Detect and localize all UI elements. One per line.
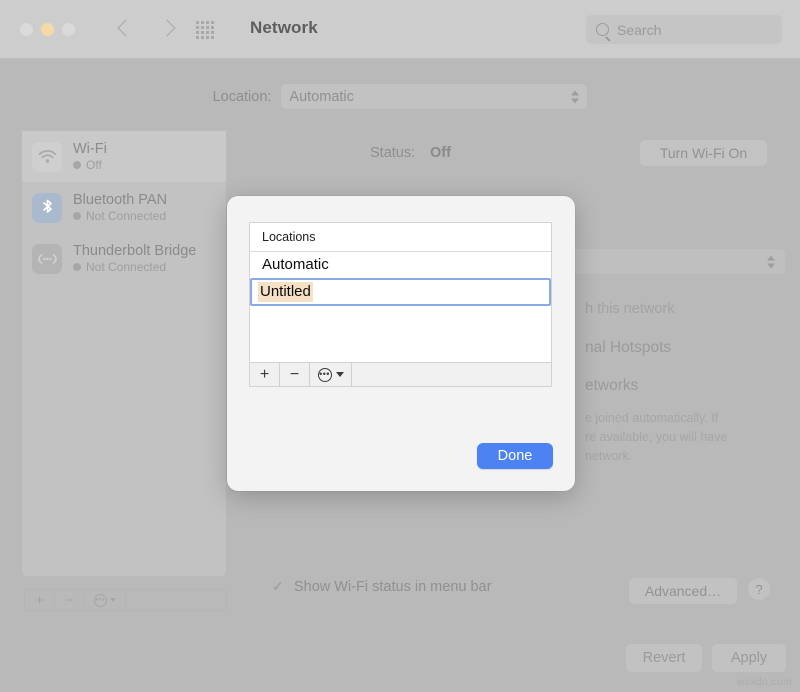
sidebar-item-status-label: Off [86,158,102,172]
chevron-down-icon [336,372,344,377]
sidebar-item-label: Bluetooth PAN [73,192,167,208]
wifi-status-row: Status: Off Turn Wi-Fi On [240,131,785,175]
search-field[interactable]: Search [586,15,782,44]
page-title: Network [250,18,318,38]
navigation-arrows [115,17,181,41]
sidebar-item-text: Thunderbolt Bridge Not Connected [73,243,196,274]
show-wifi-status-label: Show Wi-Fi status in menu bar [294,579,491,595]
location-name-input[interactable]: Untitled [250,278,551,306]
close-button[interactable] [20,23,33,36]
status-label: Status: [370,145,415,161]
networks-description-line3: network. [585,447,632,466]
minimize-button[interactable] [41,23,54,36]
location-value: Automatic [289,89,353,105]
apply-button[interactable]: Apply [712,644,786,672]
ask-to-join-label: h this network [585,301,674,317]
location-row: Location: Automatic [0,84,800,109]
checkmark-icon: ✓ [272,578,285,595]
sidebar-item-label: Thunderbolt Bridge [73,243,196,259]
window-titlebar: Network Search [0,0,800,59]
networks-description-line1: e joined automatically. If [585,409,718,428]
sidebar-item-label: Wi-Fi [73,141,107,157]
chevron-right-icon[interactable] [159,17,181,41]
sidebar-item-thunderbolt-bridge[interactable]: Thunderbolt Bridge Not Connected [22,233,226,284]
done-button[interactable]: Done [477,443,553,469]
stepper-updown-icon [767,255,775,268]
revert-button[interactable]: Revert [626,644,702,672]
locations-list-header: Locations [250,223,551,252]
location-actions-button[interactable]: ••• [310,363,352,386]
locations-toolbar-spacer [352,363,551,386]
turn-wifi-on-button[interactable]: Turn Wi-Fi On [640,140,767,166]
sidebar-toolbar-spacer [126,590,226,610]
network-preferences-window: Network Search Location: Automatic [0,0,800,692]
known-networks-label: etworks [585,377,638,395]
remove-location-button[interactable]: − [280,363,310,386]
help-button[interactable]: ? [748,578,770,600]
stepper-updown-icon [571,90,579,103]
sidebar-item-status: Not Connected [73,209,167,223]
sidebar-add-service-button[interactable]: + [25,590,55,610]
networks-description-line2: re available, you will have [585,428,727,447]
status-dot-icon [73,161,81,169]
bluetooth-icon [32,193,62,223]
add-location-button[interactable]: + [250,363,280,386]
show-wifi-status-checkbox[interactable]: ✓ Show Wi-Fi status in menu bar [272,578,491,595]
watermark: wsxdn.com [737,676,792,688]
sidebar-item-status: Off [73,158,107,172]
status-dot-icon [73,212,81,220]
thunderbolt-icon [32,244,62,274]
ellipsis-circle-icon: ••• [94,594,107,607]
sidebar-item-status: Not Connected [73,260,196,274]
search-placeholder: Search [617,22,661,38]
location-name-value: Untitled [258,282,313,302]
sidebar-item-text: Bluetooth PAN Not Connected [73,192,167,223]
status-value: Off [430,145,451,161]
list-item[interactable]: Automatic [250,252,551,277]
chevron-down-icon [110,598,116,602]
sidebar-item-status-label: Not Connected [86,209,166,223]
zoom-button[interactable] [62,23,75,36]
sidebar-item-bluetooth-pan[interactable]: Bluetooth PAN Not Connected [22,182,226,233]
advanced-button[interactable]: Advanced… [629,578,737,604]
location-label: Location: [213,89,272,105]
wifi-icon [32,142,62,172]
sidebar-actions-button[interactable]: ••• [85,590,126,610]
grid-apps-icon[interactable] [196,21,214,39]
traffic-light-controls [20,23,75,36]
sidebar-item-status-label: Not Connected [86,260,166,274]
chevron-left-icon[interactable] [115,17,137,41]
wifi-settings-pane: Status: Off Turn Wi-Fi On h this network… [240,131,785,175]
sidebar-remove-service-button[interactable]: − [55,590,85,610]
locations-list: Locations Automatic Untitled + − ••• [249,222,552,387]
network-services-sidebar: Wi-Fi Off Bluetooth PAN [22,131,226,576]
list-item-editing[interactable]: Untitled [250,278,551,306]
ellipsis-circle-icon: ••• [318,368,332,382]
sidebar-item-wifi[interactable]: Wi-Fi Off [22,131,226,182]
sidebar-toolbar: + − ••• [24,589,227,611]
hotspots-label: nal Hotspots [585,339,671,357]
location-dropdown[interactable]: Automatic [281,84,587,109]
sidebar-item-text: Wi-Fi Off [73,141,107,172]
status-dot-icon [73,263,81,271]
locations-list-toolbar: + − ••• [250,362,551,386]
search-icon [596,23,609,36]
locations-dialog: Locations Automatic Untitled + − ••• Don… [227,196,575,491]
